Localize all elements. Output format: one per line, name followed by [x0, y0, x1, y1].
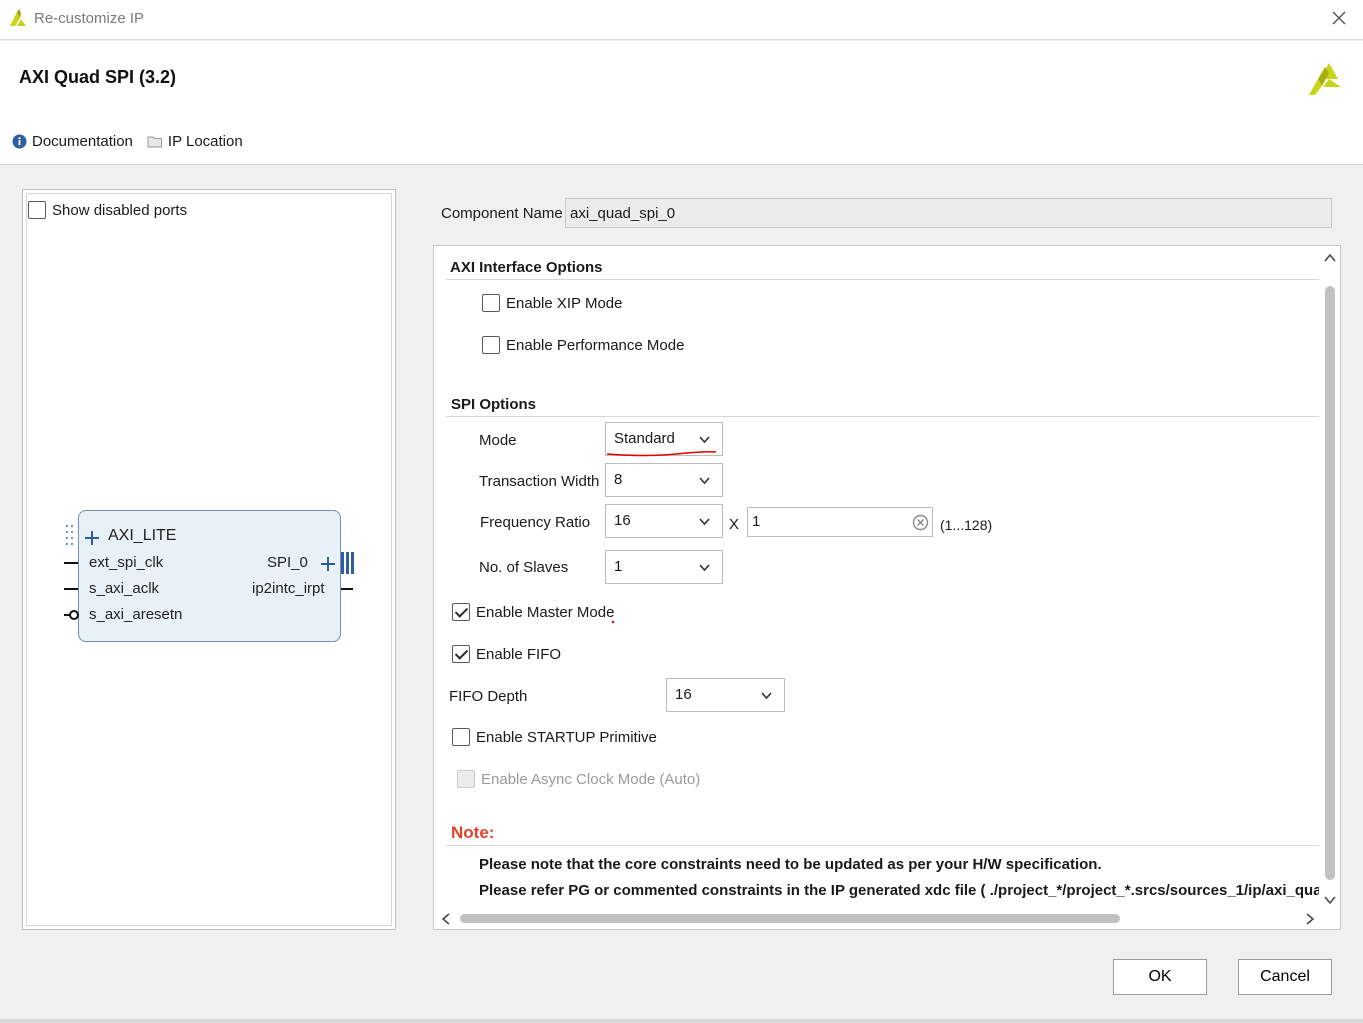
cancel-button[interactable]: Cancel — [1238, 959, 1332, 995]
scroll-left-icon[interactable] — [440, 913, 452, 925]
ok-button[interactable]: OK — [1113, 959, 1207, 995]
enable-perf-checkbox[interactable] — [482, 336, 500, 354]
component-name-label: Component Name — [441, 205, 563, 222]
active-low-bubble-icon — [69, 610, 79, 620]
transaction-width-value: 8 — [614, 471, 623, 488]
mode-label: Mode — [479, 432, 517, 449]
chevron-down-icon — [761, 692, 772, 700]
window-titlebar: Re-customize IP — [0, 0, 1363, 40]
enable-fifo-label: Enable FIFO — [476, 645, 562, 663]
xilinx-logo-icon — [1309, 63, 1341, 95]
port-s-axi-aclk: s_axi_aclk — [89, 580, 160, 597]
divider — [446, 845, 1320, 846]
note-line-1: Please note that the core constraints ne… — [479, 856, 1102, 873]
chevron-down-icon — [699, 518, 710, 526]
documentation-label: Documentation — [32, 133, 133, 150]
red-dot-annotation — [611, 620, 615, 624]
port-ip2intc-irpt: ip2intc_irpt — [252, 580, 325, 597]
enable-async-label: Enable Async Clock Mode (Auto) — [481, 770, 701, 788]
axi-options-heading: AXI Interface Options — [450, 259, 603, 276]
enable-master-row[interactable]: Enable Master Mode — [452, 603, 614, 621]
chevron-down-icon — [699, 436, 710, 444]
options-scroll-panel: AXI Interface Options Enable XIP Mode En… — [433, 245, 1341, 930]
pin-s-axi-aclk — [64, 588, 78, 590]
slaves-value: 1 — [614, 558, 623, 575]
close-icon[interactable] — [1329, 8, 1349, 28]
chevron-down-icon — [699, 564, 710, 572]
fifo-depth-label: FIFO Depth — [449, 688, 528, 705]
component-name-field[interactable]: axi_quad_spi_0 — [565, 198, 1332, 228]
divider — [446, 416, 1320, 417]
horizontal-scrollbar[interactable] — [434, 908, 1340, 929]
enable-fifo-row[interactable]: Enable FIFO — [452, 645, 561, 663]
horizontal-scroll-thumb[interactable] — [460, 914, 1120, 923]
port-ext-spi-clk: ext_spi_clk — [89, 554, 164, 571]
multiplier-range: (1...128) — [940, 517, 993, 533]
window-title: Re-customize IP — [34, 10, 145, 27]
options-content: AXI Interface Options Enable XIP Mode En… — [434, 246, 1320, 909]
transaction-width-label: Transaction Width — [479, 473, 600, 490]
enable-startup-checkbox[interactable] — [452, 728, 470, 746]
ip-location-link[interactable]: IP Location — [147, 133, 243, 150]
note-heading: Note: — [451, 823, 495, 842]
drag-handle-icon[interactable] — [65, 524, 75, 550]
clear-icon[interactable] — [912, 514, 929, 531]
enable-master-checkbox[interactable] — [452, 603, 470, 621]
slaves-select[interactable]: 1 — [605, 550, 723, 584]
window-bottom-edge — [0, 1019, 1363, 1023]
enable-async-row: Enable Async Clock Mode (Auto) — [457, 770, 700, 788]
ip-location-label: IP Location — [167, 133, 243, 150]
pin-ext-spi-clk — [64, 562, 78, 564]
scroll-down-icon[interactable] — [1324, 894, 1336, 906]
multiplier-value: 1 — [752, 513, 761, 530]
enable-xip-row[interactable]: Enable XIP Mode — [482, 294, 622, 312]
red-underline-annotation — [606, 450, 717, 457]
info-icon — [12, 134, 27, 149]
pin-ip2intc-irpt — [341, 588, 353, 590]
fifo-depth-value: 16 — [675, 686, 692, 703]
port-s-axi-aresetn: s_axi_aresetn — [89, 606, 183, 623]
show-disabled-ports-label: Show disabled ports — [52, 201, 188, 219]
enable-perf-label: Enable Performance Mode — [506, 336, 685, 354]
enable-perf-row[interactable]: Enable Performance Mode — [482, 336, 684, 354]
chevron-down-icon — [699, 477, 710, 485]
bus-interface-icon — [341, 552, 354, 574]
multiplier-input[interactable]: 1 — [747, 507, 933, 537]
slaves-label: No. of Slaves — [479, 559, 569, 576]
enable-startup-row[interactable]: Enable STARTUP Primitive — [452, 728, 657, 746]
enable-master-label: Enable Master Mode — [476, 603, 615, 621]
mode-value: Standard — [614, 430, 675, 447]
expand-plus-icon[interactable] — [320, 556, 336, 572]
enable-xip-label: Enable XIP Mode — [506, 294, 623, 312]
expand-plus-icon[interactable] — [84, 530, 100, 546]
divider — [446, 279, 1320, 280]
scroll-right-icon[interactable] — [1304, 913, 1316, 925]
transaction-width-select[interactable]: 8 — [605, 463, 723, 497]
enable-startup-label: Enable STARTUP Primitive — [476, 728, 657, 746]
vivado-logo-icon — [10, 9, 26, 26]
folder-icon — [147, 136, 162, 148]
scroll-up-icon[interactable] — [1324, 252, 1336, 264]
header-links: Documentation IP Location — [12, 133, 243, 150]
show-disabled-ports-checkbox[interactable] — [28, 201, 46, 219]
vertical-scroll-thumb[interactable] — [1325, 286, 1335, 880]
port-spi-0: SPI_0 — [267, 554, 308, 571]
vertical-scrollbar[interactable] — [1319, 246, 1340, 909]
port-axi-lite: AXI_LITE — [108, 527, 177, 544]
note-line-2: Please refer PG or commented constraints… — [479, 882, 1320, 899]
spi-options-heading: SPI Options — [451, 396, 537, 413]
show-disabled-ports-row[interactable]: Show disabled ports — [28, 201, 187, 219]
config-pane: Component Name axi_quad_spi_0 AXI Interf… — [433, 189, 1341, 930]
ip-title: AXI Quad SPI (3.2) — [19, 67, 177, 87]
enable-xip-checkbox[interactable] — [482, 294, 500, 312]
multiplier-sign: X — [729, 516, 740, 533]
frequency-ratio-label: Frequency Ratio — [480, 514, 591, 531]
frequency-ratio-select[interactable]: 16 — [605, 504, 723, 538]
frequency-ratio-value: 16 — [614, 512, 631, 529]
enable-fifo-checkbox[interactable] — [452, 645, 470, 663]
documentation-link[interactable]: Documentation — [12, 133, 133, 150]
enable-async-checkbox — [457, 770, 475, 788]
ip-header: AXI Quad SPI (3.2) Documentation IP Loca… — [0, 41, 1363, 165]
fifo-depth-select[interactable]: 16 — [666, 678, 785, 712]
